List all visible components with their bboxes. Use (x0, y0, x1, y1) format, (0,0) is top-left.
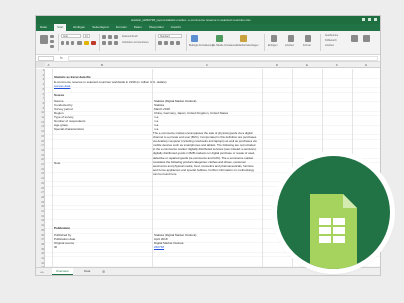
publication-id-link[interactable]: 260738 (154, 245, 164, 249)
note-text: The e-commerce market encompasses the sa… (153, 131, 257, 176)
meta-label: Special characteristics (54, 127, 84, 131)
spreadsheet-table-icon (310, 194, 357, 269)
tab-data[interactable]: Daten (134, 24, 142, 31)
formula-bar: fx (36, 55, 380, 62)
column-header[interactable]: A (45, 62, 52, 68)
sheet-title: Statistic as Excel data file (54, 75, 91, 79)
cut-icon[interactable] (50, 35, 54, 38)
tab-home[interactable]: Start (54, 24, 67, 31)
spreadsheet-badge (277, 156, 390, 269)
format-as-table-icon[interactable] (216, 35, 223, 42)
delete-cells-icon[interactable] (288, 35, 294, 42)
access-data-link[interactable]: Access data (54, 84, 70, 88)
ribbon: Arial 10 Zeilenumbruch Verbinden und zen… (36, 31, 380, 55)
window-controls (362, 18, 377, 21)
tab-insert[interactable]: Einfügen (73, 24, 85, 31)
align-middle-icon[interactable] (108, 35, 112, 39)
add-sheet-icon[interactable]: ⊕ (102, 268, 105, 275)
format-cells-icon[interactable] (305, 35, 311, 42)
sort-filter-icon[interactable] (351, 35, 358, 42)
fill-color-icon[interactable] (84, 41, 89, 45)
row-headers: 1 2 3 4 5 6 7 8 9 10 11 12 13 14 15 16 17 18 19 20 21 22 23 24 2… (36, 69, 45, 267)
publication-heading: Publication (54, 226, 71, 230)
note-label: Note (54, 161, 61, 165)
publication-label: Original source (54, 241, 75, 245)
italic-icon[interactable] (66, 41, 69, 45)
bold-icon[interactable] (61, 41, 64, 45)
cell-styles-icon[interactable] (240, 35, 247, 42)
align-right-icon[interactable] (114, 41, 118, 45)
wrap-text-button[interactable]: Zeilenumbruch (122, 35, 138, 38)
column-header[interactable]: E (292, 62, 322, 68)
font-color-icon[interactable] (91, 41, 96, 45)
tab-review[interactable]: Überprüfen (149, 24, 164, 31)
sheet-subtitle: E-commerce revenue in selected countries… (54, 79, 167, 84)
borders-icon[interactable] (77, 41, 82, 45)
autosum-button[interactable]: AutoSumme (325, 34, 338, 37)
currency-icon[interactable] (158, 41, 162, 45)
formula-input[interactable] (68, 56, 378, 61)
align-left-icon[interactable] (102, 41, 106, 45)
window-title: statistic_id260738_report-statistic-mark… (131, 18, 251, 22)
sheet-tab-overview[interactable]: Overview (52, 268, 73, 275)
align-bottom-icon[interactable] (114, 35, 118, 39)
column-header[interactable]: C (152, 62, 262, 68)
font-name-dropdown[interactable]: Arial (61, 34, 81, 38)
minimize-icon[interactable] (362, 18, 365, 21)
format-painter-icon[interactable] (50, 45, 54, 48)
title-bar: statistic_id260738_report-statistic-mark… (36, 16, 380, 24)
percent-icon[interactable] (164, 41, 168, 45)
insert-cells-icon[interactable] (271, 35, 277, 42)
maximize-icon[interactable] (368, 18, 371, 21)
format-as-table-button[interactable]: Als Tabelle formatieren (212, 44, 236, 47)
source-heading: Source (54, 93, 65, 97)
column-headers: A B C D E F G (36, 62, 380, 68)
meta-value: China, Germany, Japan, United Kingdom, U… (154, 111, 229, 115)
copy-icon[interactable] (50, 40, 54, 43)
align-center-icon[interactable] (108, 41, 112, 45)
tab-formulas[interactable]: Formeln (116, 24, 127, 31)
conditional-formatting-button[interactable]: Bedingte Formatierung (189, 44, 213, 47)
cell-styles-button[interactable]: Zellenformatvorlagen (236, 44, 258, 47)
insert-cells-button[interactable]: Einfügen (268, 44, 277, 47)
decimal-icon[interactable] (176, 41, 180, 45)
paste-icon[interactable] (40, 35, 48, 44)
name-box[interactable] (38, 56, 54, 61)
underline-icon[interactable] (71, 41, 74, 45)
close-icon[interactable] (374, 18, 377, 21)
format-cells-button[interactable]: Format (303, 44, 311, 47)
tab-page-layout[interactable]: Seitenlayout (92, 24, 109, 31)
sheet-tab-data[interactable]: Data (80, 268, 94, 275)
ribbon-tabs: Datei Start Einfügen Seitenlayout Formel… (36, 24, 380, 31)
publication-label: ID (54, 245, 57, 249)
tab-file[interactable]: Datei (40, 24, 47, 31)
column-header[interactable]: D (262, 62, 292, 68)
comma-style-icon[interactable] (170, 41, 174, 45)
column-header[interactable]: B (52, 62, 152, 68)
tab-view[interactable]: Ansicht (171, 24, 181, 31)
conditional-formatting-icon[interactable] (191, 35, 198, 42)
find-select-icon[interactable] (363, 35, 370, 42)
column-header[interactable]: F (322, 62, 352, 68)
sheet-scroll-arrows-icon[interactable]: ◂ ▸ (40, 270, 44, 274)
merge-center-button[interactable]: Verbinden und zentrieren (122, 41, 149, 44)
function-icon[interactable]: fx (60, 55, 63, 62)
column-header[interactable]: G (352, 62, 380, 68)
document-fold (343, 194, 357, 208)
font-size-dropdown[interactable]: 10 (83, 34, 90, 38)
align-top-icon[interactable] (102, 35, 106, 39)
clear-button[interactable]: Löschen (325, 44, 334, 47)
delete-cells-button[interactable]: Löschen (285, 44, 294, 47)
fill-button[interactable]: Füllbereich (325, 39, 337, 42)
number-format-dropdown[interactable]: Standard (158, 34, 182, 38)
select-all-corner[interactable] (36, 62, 45, 68)
